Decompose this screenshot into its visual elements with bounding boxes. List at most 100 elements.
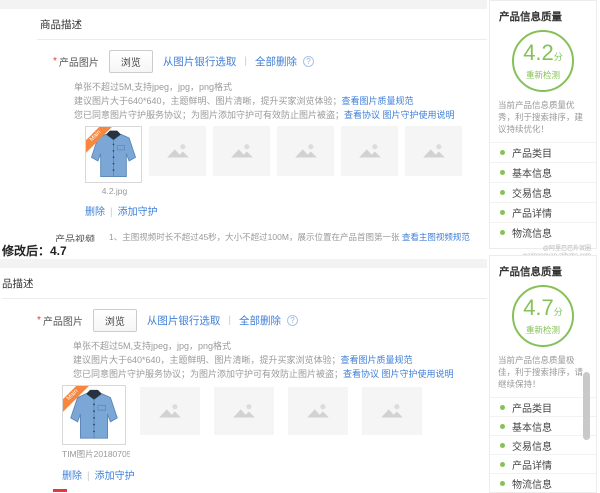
divider-line bbox=[37, 39, 487, 40]
delete-image-link[interactable]: 删除 bbox=[62, 471, 82, 482]
image-actions: 删除 | 添加守护 bbox=[62, 467, 487, 482]
image-bank-link[interactable]: 从图片银行选取 bbox=[147, 313, 221, 328]
add-protect-link[interactable]: 添加守护 bbox=[95, 471, 135, 482]
tip-protect: 您已同意图片守护服务协议；为图片添加守护可有效防止图片被盗；查看协议 图片守护使… bbox=[74, 108, 487, 122]
product-image-row: * 产品图片 浏览 从图片银行选取 | 全部删除 ? bbox=[0, 50, 487, 73]
actions-separator: | bbox=[110, 207, 113, 218]
image-placeholder bbox=[149, 126, 206, 176]
green-dot-icon bbox=[500, 170, 505, 175]
thumbnail-row: Main bbox=[0, 385, 487, 445]
checklist-label: 物流信息 bbox=[512, 229, 552, 240]
green-dot-icon bbox=[500, 404, 505, 410]
checklist-label: 物流信息 bbox=[512, 479, 552, 491]
green-dot-icon bbox=[500, 461, 505, 467]
help-icon[interactable]: ? bbox=[287, 315, 299, 326]
delete-all-link[interactable]: 全部删除 bbox=[239, 313, 281, 328]
view-agreement-link[interactable]: 查看协议 bbox=[344, 110, 380, 120]
link-separator: | bbox=[244, 56, 248, 67]
image-placeholder bbox=[288, 387, 348, 435]
top-gray-bar bbox=[0, 0, 487, 9]
delete-image-link[interactable]: 删除 bbox=[85, 207, 105, 218]
tip-protect: 您已同意图片守护服务协议；为图片添加守护可有效防止图片被盗；查看协议 图片守护使… bbox=[73, 367, 487, 381]
checklist-label: 产品类目 bbox=[512, 403, 552, 415]
image-filename: 4.2.jpg bbox=[101, 186, 128, 196]
placeholder-icon bbox=[166, 144, 189, 158]
panel-title: 产品信息质量 bbox=[499, 11, 562, 23]
placeholder-icon bbox=[294, 144, 317, 158]
tip-protect-text: 您已同意图片守护服务协议；为图片添加守护可有效防止图片被盗； bbox=[73, 369, 344, 379]
placeholder-icon bbox=[307, 404, 329, 418]
image-actions: 删除 | 添加守护 bbox=[85, 203, 487, 218]
product-image-row: * 产品图片 浏览 从图片银行选取 | 全部删除 ? bbox=[0, 309, 487, 332]
add-protect-link[interactable]: 添加守护 bbox=[118, 207, 158, 218]
score-circle: 4.2分 重新检测 bbox=[512, 30, 574, 92]
green-dot-icon bbox=[500, 423, 505, 429]
checklist-item-category[interactable]: 产品类目 bbox=[490, 397, 596, 416]
image-placeholder bbox=[405, 126, 462, 176]
green-dot-icon bbox=[500, 190, 505, 195]
placeholder-icon bbox=[159, 404, 181, 418]
recheck-link[interactable]: 重新检测 bbox=[526, 324, 560, 336]
main-product-thumbnail[interactable]: Main bbox=[85, 126, 142, 183]
product-image-label: 产品图片 bbox=[58, 58, 99, 69]
help-icon[interactable]: ? bbox=[303, 56, 315, 67]
recheck-link[interactable]: 重新检测 bbox=[526, 69, 560, 81]
quality-advice: 当前产品信息质量极佳，利于搜索排序，请继续保持！ bbox=[498, 355, 584, 389]
thumbnail-row: Main bbox=[0, 126, 487, 183]
score-value: 4.2分 bbox=[523, 41, 563, 68]
quality-checklist: 产品类目 基本信息 交易信息 产品详情 物流信息 bbox=[490, 142, 596, 242]
image-bank-link[interactable]: 从图片银行选取 bbox=[163, 54, 237, 69]
checklist-label: 交易信息 bbox=[512, 441, 552, 453]
quality-panel-before: 产品信息质量 4.2分 重新检测 当前产品信息质量优秀，利于搜索排序，建议持续优… bbox=[489, 0, 597, 259]
panel-title: 产品信息质量 bbox=[499, 266, 562, 278]
required-asterisk: * bbox=[53, 56, 57, 67]
section-after: 品描述 * 产品图片 浏览 从图片银行选取 | 全部删除 ? 单张不超过5M,支… bbox=[0, 259, 487, 493]
checklist-item-logistics[interactable]: 物流信息 bbox=[490, 473, 596, 492]
delete-all-link[interactable]: 全部删除 bbox=[255, 54, 297, 69]
view-agreement-link[interactable]: 查看协议 bbox=[343, 369, 379, 379]
checklist-item-logistics[interactable]: 物流信息 bbox=[490, 222, 596, 242]
checklist-label: 基本信息 bbox=[512, 422, 552, 434]
quality-panel-after: 产品信息质量 4.7分 重新检测 当前产品信息质量极佳，利于搜索排序，请继续保持… bbox=[489, 255, 597, 493]
checklist-item-detail[interactable]: 产品详情 bbox=[490, 202, 596, 222]
video-tip-1-text: 1、主图视频时长不超过45秒，大小不超过100M，展示位置在产品首图第一张 bbox=[109, 232, 402, 242]
score-value: 4.7分 bbox=[523, 294, 563, 323]
green-dot-icon bbox=[500, 210, 505, 215]
image-placeholder bbox=[277, 126, 334, 176]
tip-size: 单张不超过5M,支持jpeg，jpg，png格式 bbox=[74, 82, 233, 92]
placeholder-icon bbox=[233, 404, 255, 418]
quality-checklist: 产品类目 基本信息 交易信息 产品详情 物流信息 bbox=[490, 397, 596, 492]
browse-button[interactable]: 浏览 bbox=[108, 50, 153, 73]
upload-tips: 单张不超过5M,支持jpeg，jpg，png格式 建议图片大于640*640，主… bbox=[0, 80, 487, 122]
protect-usage-link[interactable]: 图片守护使用说明 bbox=[382, 369, 454, 379]
checklist-item-basic[interactable]: 基本信息 bbox=[490, 416, 596, 435]
video-tip-1: 1、主图视频时长不超过45秒，大小不超过100M，展示位置在产品首图第一张 查看… bbox=[109, 231, 487, 242]
checklist-item-trade[interactable]: 交易信息 bbox=[490, 435, 596, 454]
image-quality-spec-link[interactable]: 查看图片质量规范 bbox=[342, 96, 414, 106]
protect-usage-link[interactable]: 图片守护使用说明 bbox=[383, 110, 455, 120]
checklist-item-category[interactable]: 产品类目 bbox=[490, 142, 596, 162]
image-placeholder bbox=[362, 387, 422, 435]
main-product-thumbnail[interactable]: Main bbox=[62, 385, 126, 445]
score-number: 4.7 bbox=[523, 294, 554, 320]
checklist-item-detail[interactable]: 产品详情 bbox=[490, 454, 596, 473]
checklist-label: 产品详情 bbox=[512, 209, 552, 220]
video-spec-link[interactable]: 查看主图视频规范 bbox=[402, 232, 470, 242]
product-edit-page: 商品描述 * 产品图片 浏览 从图片银行选取 | 全部删除 ? 单张不超过5M,… bbox=[0, 0, 600, 493]
tip-quality-text: 建议图片大于640*640，主题鲜明、图片清晰，提升买家浏览体验； bbox=[74, 96, 342, 106]
scrollbar-thumb[interactable] bbox=[583, 372, 590, 440]
checklist-item-basic[interactable]: 基本信息 bbox=[490, 162, 596, 182]
image-placeholder bbox=[341, 126, 398, 176]
tip-quality: 建议图片大于640*640，主题鲜明、图片清晰，提升买家浏览体验；查看图片质量规… bbox=[73, 353, 487, 367]
browse-button[interactable]: 浏览 bbox=[92, 309, 137, 332]
tip-protect-text: 您已同意图片守护服务协议；为图片添加守护可有效防止图片被盗； bbox=[74, 110, 345, 120]
actions-separator: | bbox=[87, 471, 90, 482]
tip-size: 单张不超过5M,支持jpeg，jpg，png格式 bbox=[73, 341, 232, 351]
divider-line bbox=[2, 298, 487, 299]
product-video-label: 产品视频 bbox=[55, 235, 95, 242]
section-title: 商品描述 bbox=[40, 19, 82, 31]
image-placeholder bbox=[213, 126, 270, 176]
checklist-item-trade[interactable]: 交易信息 bbox=[490, 182, 596, 202]
quality-advice: 当前产品信息质量优秀，利于搜索排序，建议持续优化！ bbox=[498, 100, 584, 134]
image-quality-spec-link[interactable]: 查看图片质量规范 bbox=[341, 355, 413, 365]
